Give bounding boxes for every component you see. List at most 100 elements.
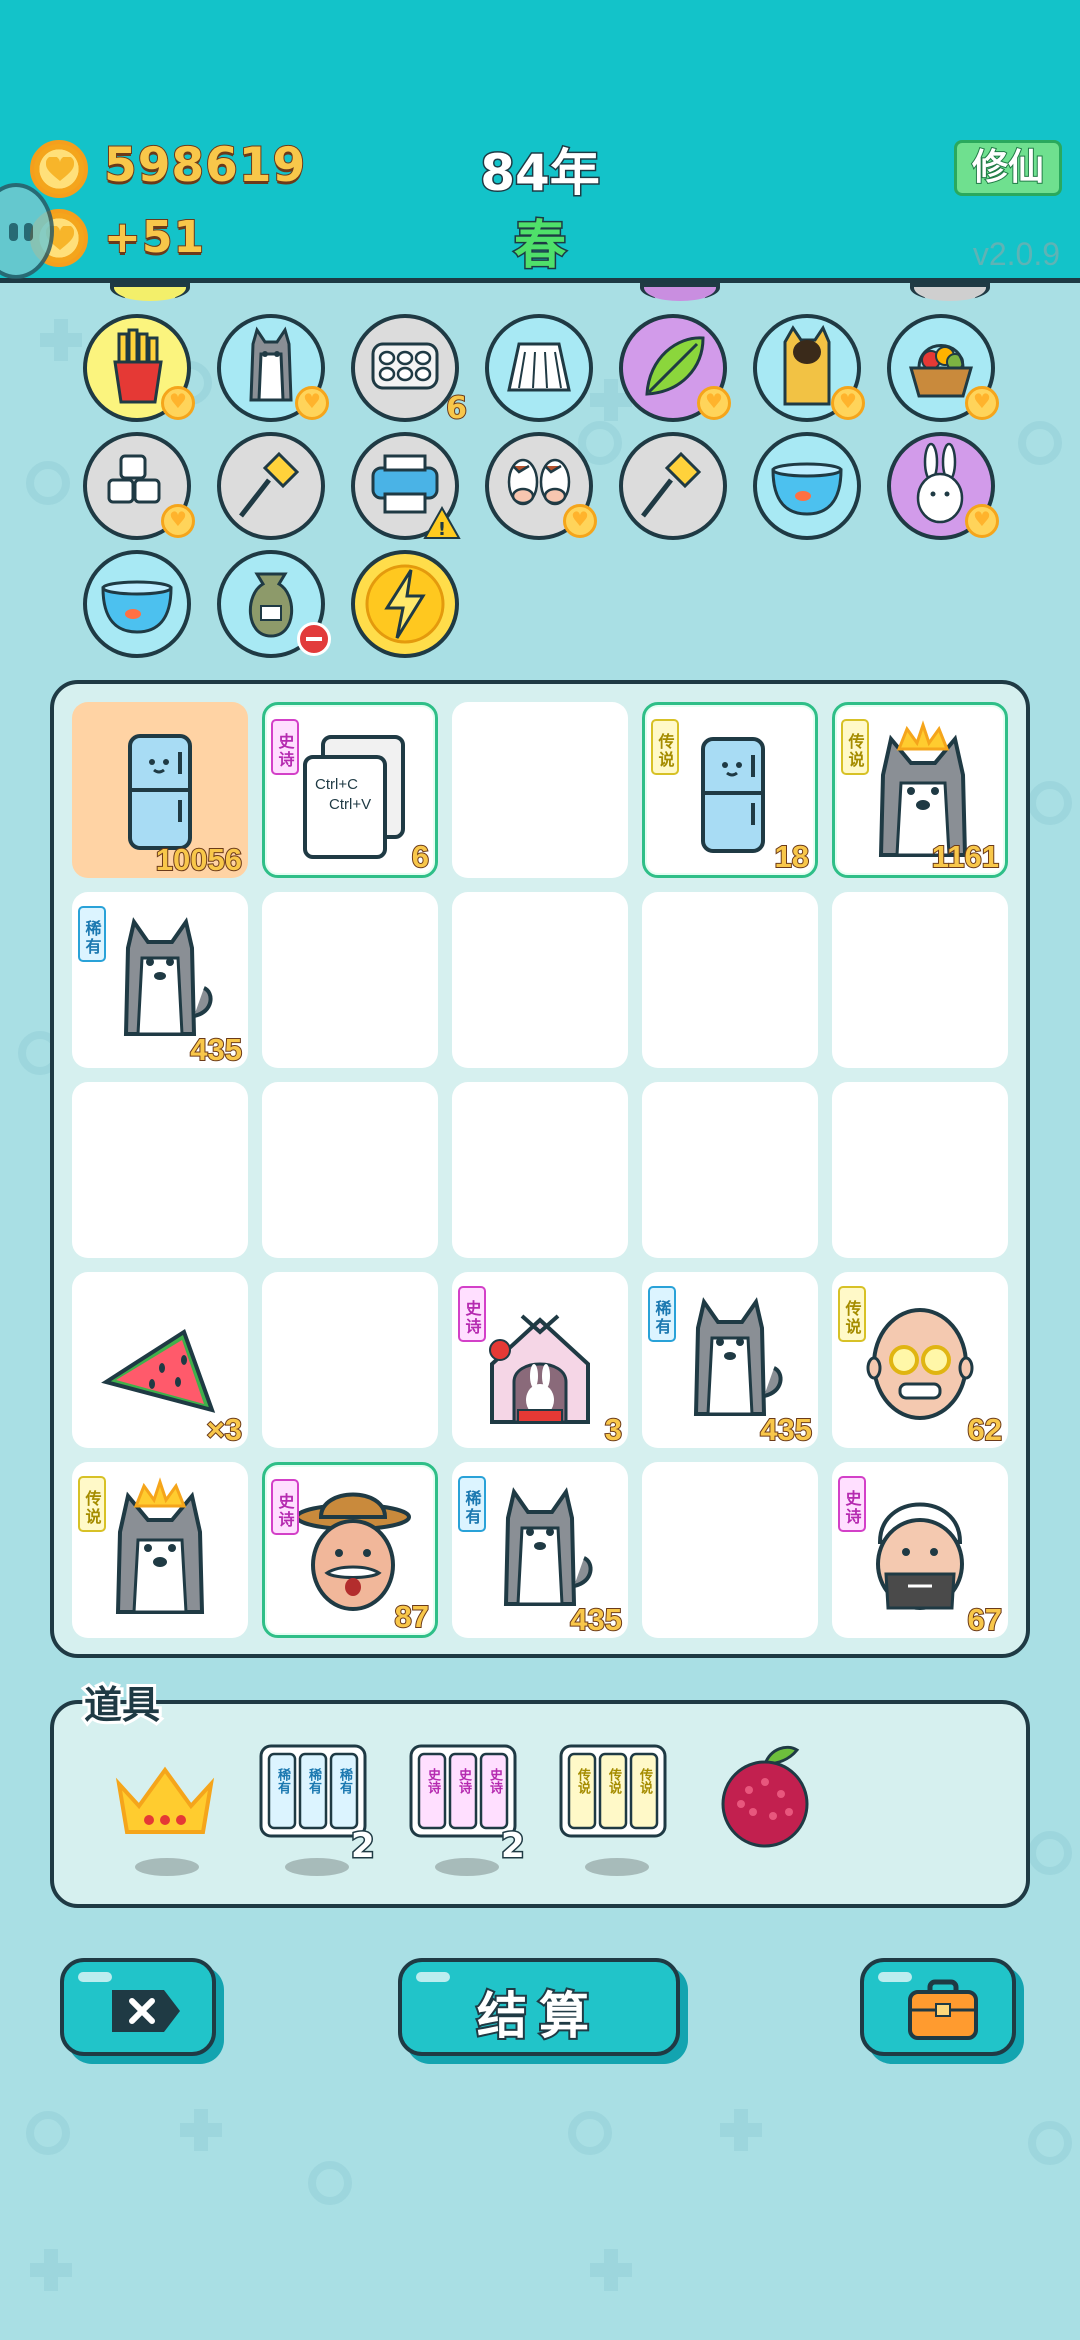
- svg-text:Ctrl+V: Ctrl+V: [329, 796, 371, 813]
- board-slot-husky[interactable]: 稀有 435: [72, 892, 248, 1068]
- tool-card-label: 史诗: [487, 1768, 502, 1794]
- tool-card-label: 传说: [637, 1768, 652, 1794]
- lightning-icon: [365, 564, 445, 644]
- slot-count: 62: [967, 1411, 1004, 1448]
- board-slot-empty[interactable]: [262, 1272, 438, 1448]
- board-slot-husky-king[interactable]: 传说: [72, 1462, 248, 1638]
- slot-count: 3: [604, 1411, 623, 1448]
- tool-card-label: 传说: [606, 1768, 621, 1794]
- board-slot-empty[interactable]: [642, 1082, 818, 1258]
- rarity-tag: 史诗: [838, 1476, 866, 1532]
- inventory-item-sack[interactable]: [217, 550, 331, 658]
- board-slot-husky[interactable]: 稀有 435: [642, 1272, 818, 1448]
- inventory-item-printer[interactable]: !: [351, 432, 461, 540]
- inventory-item-leaf[interactable]: [619, 314, 731, 422]
- lychee-icon: [721, 1745, 809, 1848]
- egg-tray-icon: [371, 342, 439, 390]
- board-slot-old-man-glasses[interactable]: 传说 62: [832, 1272, 1008, 1448]
- rarity-tag: 传说: [838, 1286, 866, 1342]
- board-slot-fridge[interactable]: 传说 18: [642, 702, 818, 878]
- inventory-item-screwdriver[interactable]: [217, 432, 325, 540]
- coin-income: +51: [103, 211, 206, 264]
- board-slot-copy-paste[interactable]: Ctrl+C Ctrl+V 史诗 6: [262, 702, 438, 878]
- settle-button-label: 结算: [475, 1985, 601, 2047]
- tool-legend-cards[interactable]: [555, 1740, 675, 1890]
- slot-count: 435: [759, 1411, 813, 1448]
- heart-badge: [563, 504, 597, 538]
- heart-coin-icon: [30, 140, 88, 198]
- rarity-tag: 传说: [78, 1476, 106, 1532]
- heart-badge: [161, 386, 195, 420]
- year-label: 84年: [479, 143, 602, 204]
- slot-count: 1161: [931, 838, 1000, 875]
- inventory-item-screwdriver[interactable]: [619, 432, 727, 540]
- tool-crown[interactable]: [105, 1740, 225, 1890]
- board-slot-empty[interactable]: [262, 1082, 438, 1258]
- tool-card-label: 传说: [575, 1768, 590, 1794]
- board-slot-empty[interactable]: [832, 1082, 1008, 1258]
- inventory-item-fries[interactable]: [83, 314, 195, 422]
- slot-count: 10056: [155, 841, 243, 878]
- version-label: v2.0.9: [972, 236, 1060, 272]
- rarity-tag: 史诗: [271, 719, 299, 775]
- inventory-item-fishbowl[interactable]: [83, 550, 191, 658]
- tool-epic-cards[interactable]: 2: [405, 1740, 526, 1890]
- board-slot-watermelon[interactable]: ×3: [72, 1272, 248, 1448]
- inventory-item-husky[interactable]: [217, 314, 329, 422]
- board-slot-grandpa[interactable]: 史诗 67: [832, 1462, 1008, 1638]
- board-slot-fridge[interactable]: 10056: [72, 702, 248, 878]
- board-slot-empty[interactable]: [72, 1082, 248, 1258]
- inventory-item-lightning[interactable]: [351, 550, 459, 658]
- board-slot-husky[interactable]: 稀有 435: [452, 1462, 628, 1638]
- backpack-button[interactable]: [860, 1958, 1016, 2056]
- inventory-item-sugar-cubes[interactable]: [83, 432, 195, 540]
- coin-balance: 598619: [103, 137, 307, 194]
- board-slot-empty[interactable]: [642, 1462, 818, 1638]
- rarity-tag: 稀有: [648, 1286, 676, 1342]
- board-slot-empty[interactable]: [452, 702, 628, 878]
- rarity-tag: 史诗: [271, 1479, 299, 1535]
- inventory-item-fishbowl[interactable]: [753, 432, 861, 540]
- side-menu-handle[interactable]: [0, 183, 54, 279]
- board-slot-empty[interactable]: [262, 892, 438, 1068]
- crown-icon: [115, 1766, 215, 1834]
- legend-cards-icon: [559, 1744, 667, 1838]
- heart-badge: [965, 504, 999, 538]
- board-slot-empty[interactable]: [832, 892, 1008, 1068]
- slot-count: 435: [189, 1031, 243, 1068]
- slot-count: 67: [967, 1601, 1004, 1638]
- board-slot-empty[interactable]: [642, 892, 818, 1068]
- svg-text:Ctrl+C: Ctrl+C: [315, 776, 358, 793]
- inventory-item-cat[interactable]: [753, 314, 865, 422]
- tool-rare-cards[interactable]: 2: [255, 1740, 377, 1890]
- warning-icon: !: [423, 506, 461, 540]
- board-slot-rabbit-house[interactable]: 史诗 3: [452, 1272, 628, 1448]
- item-count: 6: [445, 390, 468, 427]
- inventory-item-skirt[interactable]: [485, 314, 593, 422]
- heart-badge: [965, 386, 999, 420]
- cultivation-mode-button[interactable]: 修仙: [954, 140, 1062, 196]
- tool-lychee[interactable]: [705, 1740, 825, 1890]
- heart-badge: [831, 386, 865, 420]
- board-slot-husky-king[interactable]: 传说 1161: [832, 702, 1008, 878]
- tool-count: 2: [350, 1825, 377, 1868]
- rarity-tag: 传说: [651, 719, 679, 775]
- inventory-item-egg-tray[interactable]: 6: [351, 314, 468, 427]
- skirt-icon: [507, 342, 571, 392]
- fishbowl-icon: [771, 462, 843, 516]
- tool-card-label: 史诗: [456, 1768, 471, 1794]
- inventory-item-cows[interactable]: [485, 432, 597, 540]
- settle-button[interactable]: 结算: [398, 1958, 680, 2056]
- screwdriver-icon: [641, 451, 702, 518]
- close-button[interactable]: [60, 1958, 216, 2056]
- rarity-tag: 史诗: [458, 1286, 486, 1342]
- inventory-item-fruit-basket[interactable]: [887, 314, 999, 422]
- inventory-item-rabbit[interactable]: [887, 432, 999, 540]
- board-slot-empty[interactable]: [452, 892, 628, 1068]
- rarity-tag: 稀有: [458, 1476, 486, 1532]
- slot-count: ×3: [206, 1411, 243, 1448]
- board-slot-farmer[interactable]: 史诗 87: [262, 1462, 438, 1638]
- season-label: 春: [512, 215, 567, 278]
- heart-badge: [161, 504, 195, 538]
- board-slot-empty[interactable]: [452, 1082, 628, 1258]
